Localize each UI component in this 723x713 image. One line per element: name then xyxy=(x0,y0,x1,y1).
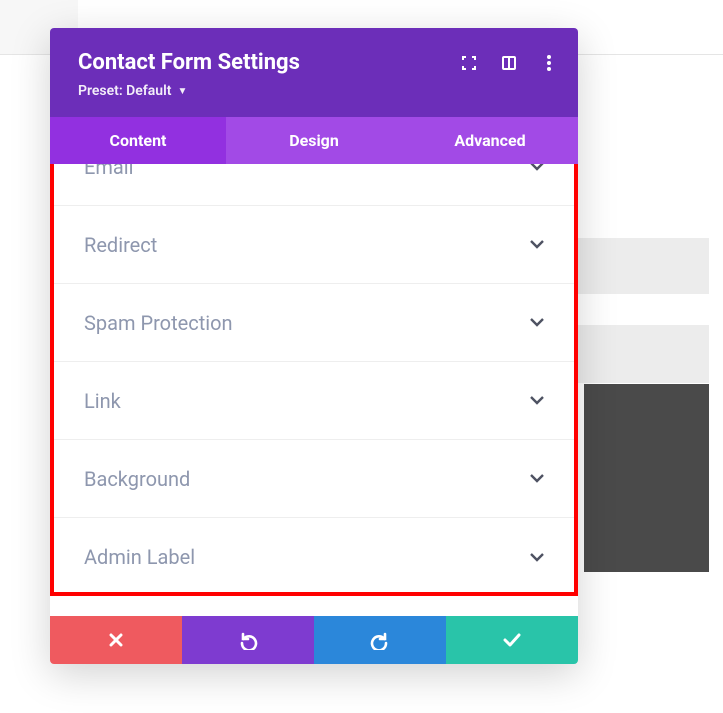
accordion-label: Email xyxy=(84,164,134,179)
tab-content[interactable]: Content xyxy=(50,117,226,164)
chevron-down-icon xyxy=(530,396,544,405)
modal-header: Contact Form Settings Preset: Default ▼ xyxy=(50,28,578,117)
save-button[interactable] xyxy=(446,616,578,664)
tab-design[interactable]: Design xyxy=(226,117,402,164)
bg-block xyxy=(570,325,709,383)
preset-selector[interactable]: Preset: Default ▼ xyxy=(78,83,550,99)
cancel-button[interactable] xyxy=(50,616,182,664)
redo-button[interactable] xyxy=(314,616,446,664)
chevron-down-icon xyxy=(530,553,544,562)
bg-block xyxy=(570,238,709,294)
preset-label: Preset: Default xyxy=(78,83,171,99)
accordion-item-redirect[interactable]: Redirect xyxy=(54,206,574,284)
tabs: Content Design Advanced xyxy=(50,117,578,164)
chevron-down-icon xyxy=(530,240,544,249)
accordion-label: Link xyxy=(84,389,121,413)
chevron-down-icon xyxy=(530,164,544,171)
accordion-item-background[interactable]: Background xyxy=(54,440,574,518)
settings-modal: Contact Form Settings Preset: Default ▼ xyxy=(50,28,578,664)
accordion-label: Spam Protection xyxy=(84,311,233,335)
modal-footer xyxy=(50,616,578,664)
more-icon[interactable] xyxy=(540,54,558,72)
expand-icon[interactable] xyxy=(460,54,478,72)
accordion-label: Admin Label xyxy=(84,545,195,569)
responsive-icon[interactable] xyxy=(500,54,518,72)
content-panel: Email Redirect Spam Protection Link xyxy=(50,164,578,596)
undo-button[interactable] xyxy=(182,616,314,664)
accordion-label: Redirect xyxy=(84,233,157,257)
accordion-item-admin-label[interactable]: Admin Label xyxy=(54,518,574,596)
chevron-down-icon xyxy=(530,318,544,327)
accordion-label: Background xyxy=(84,467,190,491)
tab-advanced[interactable]: Advanced xyxy=(402,117,578,164)
accordion-item-email[interactable]: Email xyxy=(54,164,574,206)
accordion-item-link[interactable]: Link xyxy=(54,362,574,440)
accordion-item-spam-protection[interactable]: Spam Protection xyxy=(54,284,574,362)
chevron-down-icon xyxy=(530,474,544,483)
bg-block-dark xyxy=(584,384,709,572)
header-actions xyxy=(460,54,558,72)
spacer xyxy=(50,596,578,616)
caret-down-icon: ▼ xyxy=(177,86,187,97)
